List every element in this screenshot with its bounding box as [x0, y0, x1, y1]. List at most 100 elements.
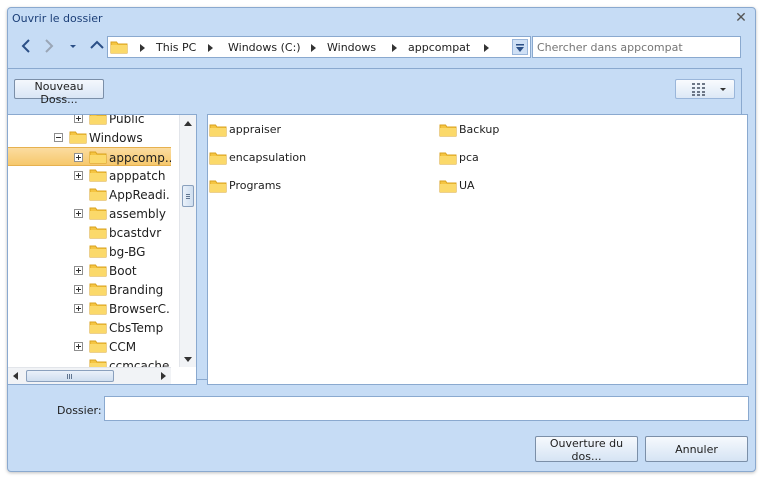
file-item-label: Programs [229, 179, 282, 192]
tree-item[interactable]: assembly [8, 204, 171, 223]
folder-icon [89, 282, 107, 299]
chevron-down-icon [516, 44, 524, 52]
breadcrumb-appcompat[interactable]: appcompat [408, 41, 470, 54]
cancel-button[interactable]: Annuler [645, 436, 748, 462]
folder-icon [89, 320, 107, 337]
tree-item[interactable]: CCM [8, 337, 171, 356]
tree-item-label: BrowserC... [109, 302, 171, 316]
file-list[interactable]: appraiser Backup encapsulation pca Programs U… [207, 114, 748, 385]
folder-icon [89, 263, 107, 280]
file-list-item[interactable]: pca [439, 149, 639, 167]
new-folder-button[interactable]: Nouveau Doss... [14, 79, 104, 106]
file-item-label: encapsulation [229, 151, 307, 164]
folder-icon [439, 123, 457, 140]
folder-icon [439, 151, 457, 168]
tree-item[interactable]: Branding [8, 280, 171, 299]
tree-item[interactable]: Boot [8, 261, 171, 280]
tree-horizontal-scrollbar[interactable] [8, 367, 171, 384]
folder-icon [439, 179, 457, 196]
expand-icon[interactable] [74, 304, 83, 313]
view-mode-button[interactable] [675, 79, 735, 99]
file-list-item[interactable]: UA [439, 177, 639, 195]
expand-icon[interactable] [74, 171, 83, 180]
expand-icon[interactable] [74, 115, 83, 123]
recent-locations-dropdown-icon[interactable] [64, 37, 82, 55]
tree-item[interactable]: BrowserC... [8, 299, 171, 318]
file-item-label: appraiser [229, 123, 282, 136]
file-list-item[interactable]: encapsulation [209, 149, 409, 167]
tree-item-label: bcastdvr [109, 226, 162, 240]
tree-item[interactable]: bg-BG [8, 242, 171, 261]
back-arrow-icon[interactable] [17, 37, 35, 55]
folder-icon [69, 130, 87, 147]
file-item-label: UA [459, 179, 475, 192]
tree-item-label: Windows [89, 131, 143, 145]
folder-icon [89, 206, 107, 223]
expand-icon[interactable] [74, 209, 83, 218]
expand-icon[interactable] [74, 266, 83, 275]
tree-item[interactable]: Windows [8, 128, 171, 147]
search-input[interactable] [532, 36, 741, 58]
breadcrumb-separator-icon[interactable] [484, 44, 489, 52]
tree-item[interactable]: AppReadi... [8, 185, 171, 204]
dialog-title: Ouvrir le dossier [12, 12, 103, 25]
folder-icon [89, 168, 107, 185]
tree-vertical-scrollbar[interactable] [179, 115, 196, 368]
collapse-icon[interactable] [54, 133, 63, 142]
breadcrumb-drive-c[interactable]: Windows (C:) [228, 41, 301, 54]
expand-icon[interactable] [74, 285, 83, 294]
scrollbar-thumb[interactable] [26, 370, 114, 382]
folder-icon [89, 301, 107, 318]
tree-item[interactable]: Public [8, 115, 171, 128]
tree-item-label: CbsTemp [109, 321, 164, 335]
scroll-left-icon[interactable] [13, 372, 18, 380]
forward-arrow-icon[interactable] [40, 37, 58, 55]
folder-icon [89, 150, 107, 167]
address-history-dropdown[interactable] [512, 39, 528, 55]
folder-icon [89, 187, 107, 204]
breadcrumb-this-pc[interactable]: This PC [156, 41, 196, 54]
tree-item-label: assembly [109, 207, 166, 221]
file-list-item[interactable]: Backup [439, 121, 639, 139]
breadcrumb-separator-icon[interactable] [140, 44, 145, 52]
view-grid-icon [692, 83, 705, 96]
breadcrumb-separator-icon[interactable] [208, 44, 213, 52]
file-item-label: Backup [459, 123, 500, 136]
open-folder-button[interactable]: Ouverture du dos... [535, 436, 638, 463]
tree-item-label: appcomp... [109, 151, 171, 165]
folder-name-input[interactable] [104, 396, 749, 421]
file-list-item[interactable]: appraiser [209, 121, 409, 139]
scroll-up-icon[interactable] [184, 121, 192, 126]
tree-item-label: Boot [109, 264, 137, 278]
folder-icon [209, 123, 227, 140]
title-bar: Ouvrir le dossier ✕ [8, 8, 755, 30]
folder-tree[interactable]: Public Windows appcomp... apppatch AppReadi.… [7, 114, 197, 385]
expand-icon[interactable] [74, 342, 83, 351]
up-arrow-icon[interactable] [88, 37, 106, 55]
folder-icon [89, 339, 107, 356]
file-list-item[interactable]: Programs [209, 177, 409, 195]
tree-item-label: AppReadi... [109, 188, 171, 202]
folder-icon [209, 151, 227, 168]
tree-item-label: Public [109, 115, 145, 126]
address-bar[interactable]: This PC Windows (C:) Windows appcompat [107, 36, 531, 58]
scrollbar-thumb[interactable] [182, 185, 194, 207]
breadcrumb-separator-icon[interactable] [311, 44, 316, 52]
scroll-right-icon[interactable] [161, 372, 166, 380]
scroll-down-icon[interactable] [184, 357, 192, 362]
tree-item[interactable]: bcastdvr [8, 223, 171, 242]
tree-item-label: Branding [109, 283, 164, 297]
tree-item[interactable]: appcomp... [8, 147, 171, 166]
folder-name-label: Dossier: [57, 404, 102, 417]
tree-item-label: apppatch [109, 169, 166, 183]
tree-item-label: CCM [109, 340, 137, 354]
folder-icon [209, 179, 227, 196]
tree-item[interactable]: CbsTemp [8, 318, 171, 337]
chevron-down-icon [720, 88, 726, 91]
tree-item[interactable]: apppatch [8, 166, 171, 185]
close-icon[interactable]: ✕ [733, 10, 749, 26]
breadcrumb-separator-icon[interactable] [392, 44, 397, 52]
scrollbar-corner [179, 367, 196, 384]
breadcrumb-windows[interactable]: Windows [327, 41, 376, 54]
expand-icon[interactable] [74, 153, 83, 162]
